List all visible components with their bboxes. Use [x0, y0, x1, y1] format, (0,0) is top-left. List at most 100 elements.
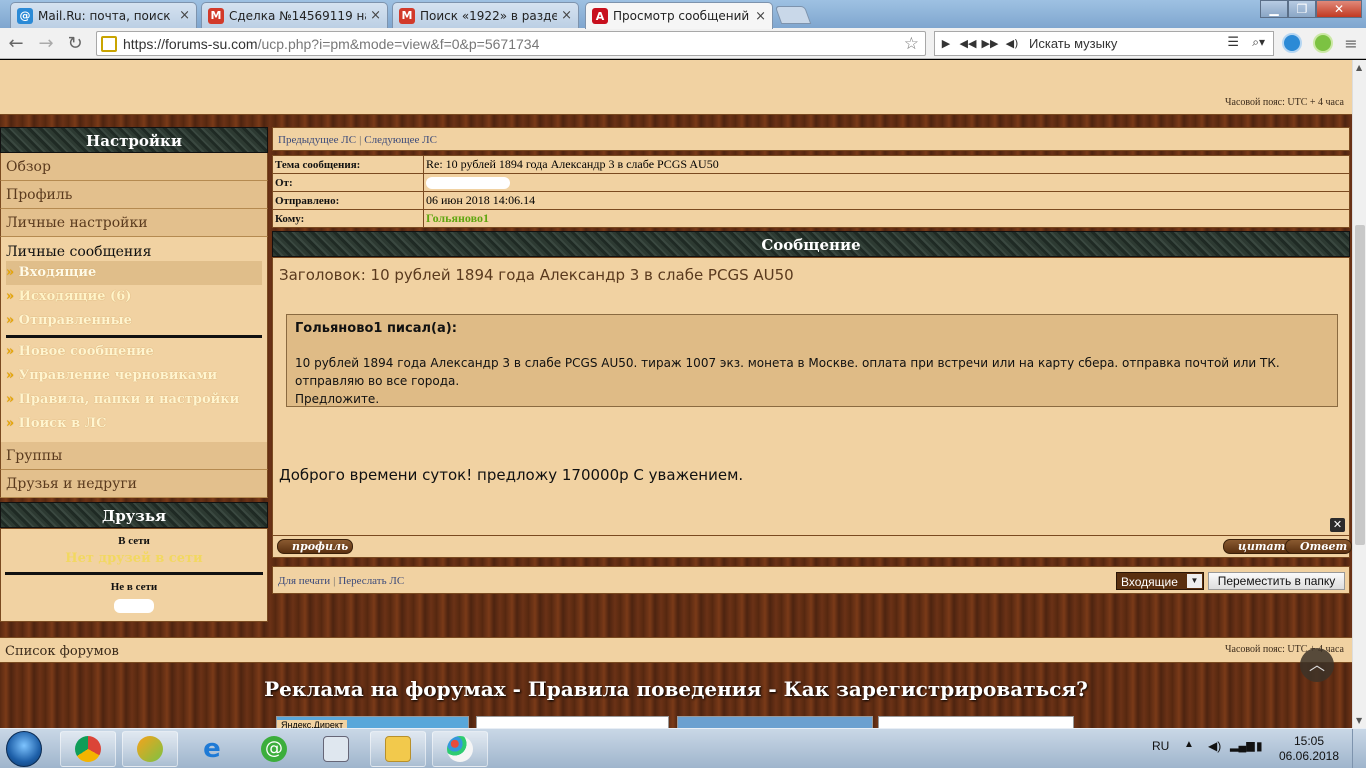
address-bar[interactable]: https://forums-su.com/ucp.php?i=pm&mode=…	[96, 31, 926, 56]
network-icon[interactable]: ▂▄▆	[1230, 739, 1255, 752]
next-icon[interactable]: ▶▶	[979, 37, 1001, 50]
raquo-icon: »	[6, 416, 19, 431]
minimize-button[interactable]: ▁	[1260, 0, 1288, 18]
close-icon[interactable]: ×	[561, 8, 572, 23]
pm-folder-sent[interactable]: » Отправленные	[6, 309, 262, 333]
m-logo-icon: M	[208, 7, 224, 24]
pm-action-rules[interactable]: » Правила, папки и настройки	[6, 388, 262, 412]
scroll-down-icon[interactable]: ▼	[1356, 716, 1362, 725]
extension-icon[interactable]	[1313, 33, 1333, 53]
close-icon[interactable]: ×	[755, 9, 766, 24]
to-label: Кому:	[272, 209, 424, 228]
paint-icon	[447, 736, 473, 762]
pm-action-search[interactable]: » Поиск в ЛС	[6, 412, 262, 436]
quote-line: 10 рублей 1894 года Александр 3 в слабе …	[295, 356, 1280, 388]
taskbar-chrome[interactable]	[60, 731, 116, 767]
ucp-sidebar: Настройки Обзор Профиль Личные настройки…	[0, 127, 268, 622]
sidebar-item-groups[interactable]: Группы	[0, 442, 268, 470]
pm-folder-inbox[interactable]: » Входящие	[6, 261, 262, 285]
page-scrollbar[interactable]: ▲ ▼	[1352, 60, 1366, 728]
volume-icon[interactable]: ◀)	[1001, 37, 1023, 50]
reload-icon[interactable]: ↻	[64, 32, 86, 54]
forum-page: Часовой пояс: UTC + 4 часа Настройки Обз…	[0, 60, 1352, 728]
new-tab-button[interactable]	[774, 6, 812, 24]
system-clock[interactable]: 15:05 06.06.2018	[1278, 734, 1340, 764]
quote-author: Гольяново1 писал(а):	[295, 321, 457, 336]
sidebar-item-pm[interactable]: Личные сообщения	[6, 241, 262, 261]
battery-icon[interactable]: ▮	[1256, 739, 1263, 753]
reply-button[interactable]: Ответ	[1285, 539, 1352, 554]
scrollbar-thumb[interactable]	[1355, 225, 1365, 545]
ad-block[interactable]	[677, 716, 873, 728]
pm-action-compose[interactable]: » Новое сообщение	[6, 340, 262, 364]
previous-pm-link[interactable]: Предыдущее ЛС	[278, 134, 356, 146]
close-icon[interactable]: ×	[370, 8, 381, 23]
forum-list-link[interactable]: Список форумов	[5, 644, 119, 659]
pm-folder-label: Входящие	[18, 265, 97, 280]
profile-button[interactable]: профиль	[277, 539, 354, 554]
folder-select[interactable]: Входящие ▼	[1116, 572, 1204, 590]
footer-links[interactable]: Реклама на форумах - Правила поведения -…	[0, 677, 1352, 701]
pm-action-label: Управление черновиками	[18, 368, 218, 383]
a-logo-icon: A	[592, 8, 608, 24]
pm-action-label: Новое сообщение	[18, 344, 154, 359]
divider	[5, 572, 263, 575]
pm-action-label: Правила, папки и настройки	[18, 392, 240, 407]
taskbar-app[interactable]	[122, 731, 178, 767]
close-window-button[interactable]: ✕	[1316, 0, 1362, 18]
move-to-folder-button[interactable]: Переместить в папку	[1208, 572, 1345, 590]
menu-icon[interactable]: ☰	[1227, 35, 1239, 50]
ad-block[interactable]: Яндекс.Директ	[276, 716, 469, 728]
next-pm-link[interactable]: Следующее ЛС	[364, 134, 437, 146]
maximize-button[interactable]: ❐	[1288, 0, 1316, 18]
play-icon[interactable]: ▶	[935, 37, 957, 50]
tab-pm-view[interactable]: A Просмотр сообщений Л ×	[585, 2, 773, 29]
sidebar-item-preferences[interactable]: Личные настройки	[0, 209, 268, 237]
bookmark-star-icon[interactable]: ☆	[904, 34, 919, 54]
browser-tab-strip: @ Mail.Ru: почта, поиск в и × M Сделка №…	[0, 0, 1366, 29]
music-search-input[interactable]: Искать музыку	[1029, 36, 1117, 51]
print-link[interactable]: Для печати	[278, 575, 330, 587]
show-desktop-button[interactable]	[1352, 729, 1366, 768]
tray-arrow-icon[interactable]: ▲	[1184, 739, 1194, 750]
sidebar-item-overview[interactable]: Обзор	[0, 153, 268, 181]
taskbar-explorer[interactable]	[370, 731, 426, 767]
ad-block[interactable]	[878, 716, 1074, 728]
sidebar-item-friends-foes[interactable]: Друзья и недруги	[0, 470, 268, 498]
sidebar-item-profile[interactable]: Профиль	[0, 181, 268, 209]
close-icon[interactable]: ×	[179, 8, 190, 23]
taskbar-ie[interactable]: e	[184, 731, 240, 767]
page-icon	[101, 35, 117, 52]
start-button[interactable]	[6, 731, 42, 767]
ad-block[interactable]	[476, 716, 669, 728]
tab-mailru[interactable]: @ Mail.Ru: почта, поиск в и ×	[10, 2, 197, 28]
taskbar-calculator[interactable]	[308, 731, 364, 767]
previous-icon[interactable]: ◀◀	[957, 37, 979, 50]
back-icon[interactable]: ←	[5, 32, 27, 54]
browser-toolbar: ← → ↻ https://forums-su.com/ucp.php?i=pm…	[0, 28, 1366, 59]
message-title: Сообщение	[272, 231, 1350, 257]
report-icon[interactable]: ✕	[1330, 518, 1345, 532]
taskbar-paint[interactable]	[432, 731, 488, 767]
taskbar-agent[interactable]: @	[246, 731, 302, 767]
raquo-icon: »	[6, 392, 19, 407]
pm-folder-outbox[interactable]: » Исходящие (6)	[6, 285, 262, 309]
chrome-icon	[75, 736, 101, 762]
pm-action-drafts[interactable]: » Управление черновиками	[6, 364, 262, 388]
calculator-icon	[323, 736, 349, 762]
chrome-menu-icon[interactable]: ≡	[1340, 32, 1362, 54]
forward-pm-link[interactable]: Переслать ЛС	[338, 575, 404, 587]
scroll-up-icon[interactable]: ▲	[1356, 63, 1362, 72]
pm-view: Предыдущее ЛС | Следующее ЛС Тема сообщени…	[272, 127, 1352, 594]
tab-deal[interactable]: M Сделка №14569119 на ин ×	[201, 2, 388, 28]
search-icon[interactable]: ⌕▾	[1252, 35, 1265, 50]
mailru-extension-icon[interactable]	[1282, 33, 1302, 53]
forward-icon[interactable]: →	[35, 32, 57, 54]
tab-search[interactable]: M Поиск «1922» в разделе Р ×	[392, 2, 579, 28]
music-player-widget: ▶ ◀◀ ▶▶ ◀) Искать музыку ☰ ⌕▾	[934, 31, 1274, 56]
volume-icon[interactable]: ◀)	[1208, 739, 1221, 753]
pm-folder-label: Отправленные	[18, 313, 132, 328]
message-body: Заголовок: 10 рублей 1894 года Александр…	[272, 257, 1350, 536]
language-indicator[interactable]: RU	[1152, 739, 1169, 753]
recipient-link[interactable]: Гольяново1	[426, 211, 489, 225]
